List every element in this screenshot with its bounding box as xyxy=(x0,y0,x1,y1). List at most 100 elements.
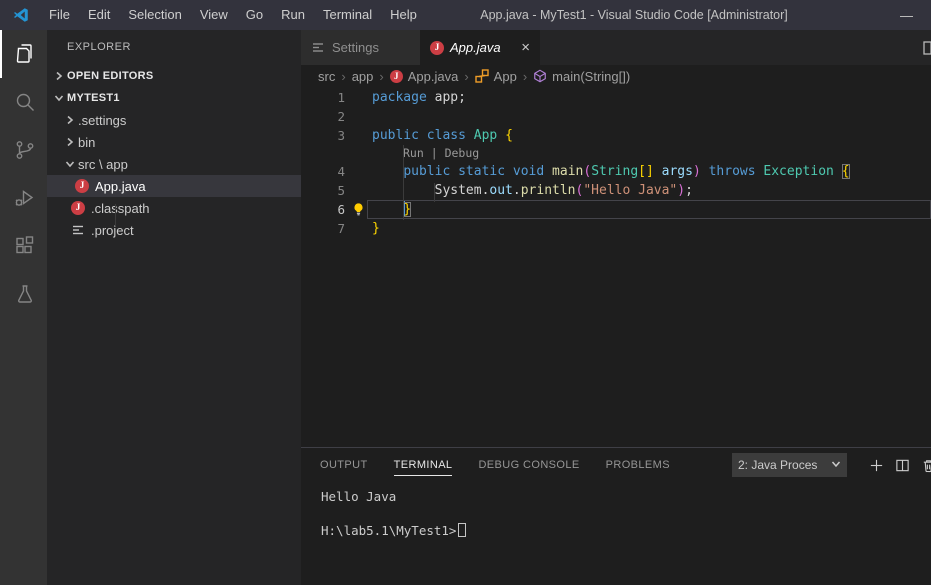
breadcrumb-label: App xyxy=(493,68,517,84)
split-editor-icon[interactable] xyxy=(922,39,931,57)
breadcrumb-separator: › xyxy=(522,68,528,84)
breadcrumb-src[interactable]: src xyxy=(318,69,335,84)
menu-run[interactable]: Run xyxy=(272,0,314,30)
split-terminal-icon[interactable] xyxy=(889,452,915,478)
title-bar: File Edit Selection View Go Run Terminal… xyxy=(0,0,931,30)
terminal-cursor xyxy=(458,523,467,537)
terminal-line: Hello Java xyxy=(321,489,397,504)
breadcrumb-app-folder[interactable]: app xyxy=(352,69,374,84)
lightbulb-icon[interactable] xyxy=(345,200,372,219)
java-file-icon: J xyxy=(75,179,89,193)
tree-item-bin-folder[interactable]: bin xyxy=(47,131,301,153)
section-folder-mytest1[interactable]: MYTEST1 xyxy=(47,87,301,109)
panel-tab-problems[interactable]: PROBLEMS xyxy=(606,448,670,482)
chevron-right-icon xyxy=(62,112,78,128)
code-line-6: 6 } xyxy=(301,200,931,219)
menu-file[interactable]: File xyxy=(40,0,79,30)
code-line-1: 1 package app; xyxy=(301,88,931,107)
menu-selection[interactable]: Selection xyxy=(119,0,190,30)
menu-help[interactable]: Help xyxy=(381,0,426,30)
tree-item-classpath[interactable]: J .classpath xyxy=(47,197,301,219)
sidebar-title: EXPLORER xyxy=(67,41,131,53)
vscode-window: File Edit Selection View Go Run Terminal… xyxy=(0,0,931,585)
source-control-icon[interactable] xyxy=(0,126,47,174)
line-number: 5 xyxy=(337,183,345,198)
code-line-4: 4 public static void main(String[] args)… xyxy=(301,162,931,181)
chevron-down-icon xyxy=(831,458,841,472)
code-editor[interactable]: 1 package app; 2 3 public class App { Ru… xyxy=(301,87,931,447)
codelens-run-debug: Run | Debug xyxy=(301,145,931,162)
tree-item-project[interactable]: .project xyxy=(47,219,301,241)
indent-guide xyxy=(434,183,435,202)
tree-item-label: src \ app xyxy=(78,156,128,172)
indent-guide xyxy=(403,145,404,220)
codelens-separator: | xyxy=(423,146,445,160)
tree-item-settings-folder[interactable]: .settings xyxy=(47,109,301,131)
breadcrumb-label: main(String[]) xyxy=(552,68,631,84)
codelens-debug-link[interactable]: Debug xyxy=(445,146,480,160)
close-tab-icon[interactable]: × xyxy=(513,39,530,56)
chevron-right-icon xyxy=(62,134,78,150)
list-file-icon xyxy=(71,223,85,237)
breadcrumb-app-java[interactable]: J App.java xyxy=(389,68,459,84)
tree-item-label: .classpath xyxy=(91,200,150,216)
breadcrumb-class-app[interactable]: App xyxy=(474,68,517,84)
breadcrumb-separator: › xyxy=(379,68,384,84)
panel-tab-terminal[interactable]: TERMINAL xyxy=(393,448,453,482)
settings-list-icon xyxy=(311,40,326,55)
breadcrumb-label: App.java xyxy=(407,68,459,84)
window-title: App.java - MyTest1 - Visual Studio Code … xyxy=(480,8,788,22)
minimize-button[interactable]: — xyxy=(894,8,919,23)
chevron-down-icon xyxy=(51,90,67,106)
tab-label: Settings xyxy=(332,40,379,55)
kill-terminal-trash-icon[interactable] xyxy=(915,452,931,478)
panel-actions: 2: Java Proces xyxy=(732,448,931,482)
section-open-editors[interactable]: OPEN EDITORS xyxy=(47,65,301,87)
new-terminal-icon[interactable] xyxy=(863,452,889,478)
section-label: OPEN EDITORS xyxy=(67,70,154,82)
section-label: MYTEST1 xyxy=(67,92,120,104)
terminal-picker-label: 2: Java Proces xyxy=(738,458,818,472)
tree-indent-guide xyxy=(115,204,116,226)
java-file-icon: J xyxy=(430,40,444,55)
terminal-output[interactable]: Hello Java H:\lab5.1\MyTest1> xyxy=(301,482,931,585)
tree-item-label: .settings xyxy=(78,112,127,128)
vscode-logo-icon xyxy=(13,8,28,22)
menu-go[interactable]: Go xyxy=(237,0,272,30)
code-line-2: 2 xyxy=(301,107,931,126)
run-debug-icon[interactable] xyxy=(0,174,47,222)
code-line-7: 7 } xyxy=(301,219,931,238)
panel-header: OUTPUT TERMINAL DEBUG CONSOLE PROBLEMS 2… xyxy=(301,448,931,482)
breadcrumb-method-main[interactable]: main(String[]) xyxy=(533,69,630,84)
terminal-picker-dropdown[interactable]: 2: Java Proces xyxy=(732,453,847,477)
test-beaker-icon[interactable] xyxy=(0,270,47,318)
menu-bar: File Edit Selection View Go Run Terminal… xyxy=(40,0,426,30)
breadcrumb: src › app › J App.java › App › main(Stri… xyxy=(301,65,931,87)
method-symbol-icon xyxy=(533,69,547,83)
line-number: 2 xyxy=(337,109,345,124)
menu-edit[interactable]: Edit xyxy=(79,0,119,30)
tab-settings[interactable]: Settings xyxy=(301,30,420,65)
bottom-panel: OUTPUT TERMINAL DEBUG CONSOLE PROBLEMS 2… xyxy=(301,447,931,585)
line-number: 3 xyxy=(337,128,345,143)
search-icon[interactable] xyxy=(0,78,47,126)
tree-item-label: App.java xyxy=(95,178,146,194)
breadcrumb-separator: › xyxy=(341,68,346,84)
line-number: 4 xyxy=(337,164,345,179)
activity-bar xyxy=(0,30,47,585)
panel-tab-debug-console[interactable]: DEBUG CONSOLE xyxy=(478,448,579,482)
extensions-icon[interactable] xyxy=(0,222,47,270)
java-file-icon: J xyxy=(71,201,85,215)
tree-item-src-app-folder[interactable]: src \ app xyxy=(47,153,301,175)
explorer-icon[interactable] xyxy=(0,30,47,78)
line-number: 7 xyxy=(337,221,345,236)
editor-tab-bar: Settings J App.java × xyxy=(301,30,931,65)
tab-app-java[interactable]: J App.java × xyxy=(420,30,540,65)
explorer-sidebar: EXPLORER OPEN EDITORS MYTEST1 .settings xyxy=(47,30,301,585)
panel-tab-output[interactable]: OUTPUT xyxy=(320,448,368,482)
tree-item-app-java[interactable]: J App.java xyxy=(47,175,301,197)
menu-view[interactable]: View xyxy=(191,0,237,30)
codelens-run-link[interactable]: Run xyxy=(403,146,424,160)
menu-terminal[interactable]: Terminal xyxy=(314,0,381,30)
